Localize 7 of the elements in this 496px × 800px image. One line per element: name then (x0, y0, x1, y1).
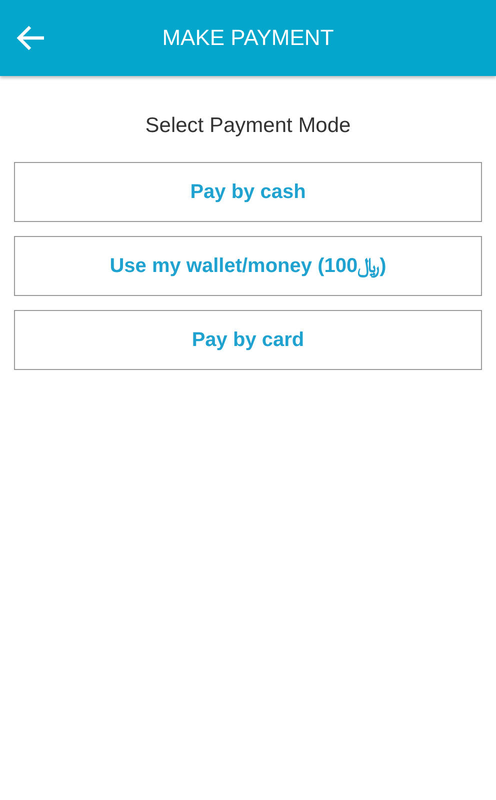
screen-title: MAKE PAYMENT (162, 25, 334, 51)
payment-option-button[interactable]: Use my wallet/money (100﷼) (14, 236, 482, 296)
back-arrow-icon (16, 24, 46, 52)
back-button[interactable] (16, 24, 46, 52)
payment-option-button[interactable]: Pay by card (14, 310, 482, 370)
payment-option-button[interactable]: Pay by cash (14, 162, 482, 222)
section-heading: Select Payment Mode (144, 114, 352, 138)
